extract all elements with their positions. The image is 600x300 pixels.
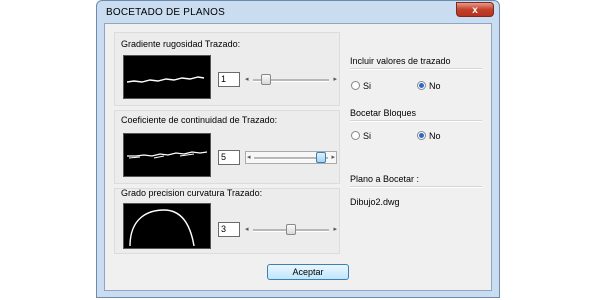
bocetar-title: Bocetar Bloques [350,108,417,118]
continuidad-stroke-icon [127,151,208,159]
incluir-si-radio[interactable] [351,81,360,90]
bocetar-si-radio[interactable] [351,131,360,140]
incluir-title: Incluir valores de trazado [350,56,451,66]
slider-right-arrow-icon[interactable]: ▸ [331,153,335,161]
bocetar-si-label[interactable]: Si [363,131,371,141]
slider-left-arrow-icon[interactable]: ◂ [245,75,249,83]
accept-button[interactable]: Aceptar [267,264,349,280]
curvatura-slider-thumb[interactable] [286,224,296,235]
continuidad-group: Coeficiente de continuidad de Trazado: 5… [114,110,340,184]
curvatura-preview [123,203,211,249]
gradiente-slider-thumb[interactable] [261,74,271,85]
gradiente-label: Gradiente rugosidad Trazado: [121,39,241,49]
close-button[interactable]: x [456,2,494,17]
continuidad-preview [123,133,211,177]
curvatura-value-input[interactable]: 3 [218,222,240,237]
curvatura-group: Grado precision curvatura Trazado: 3 ◂ ▸ [114,188,340,254]
bocetar-no-label[interactable]: No [429,131,441,141]
title-bar[interactable]: BOCETADO DE PLANOS x [97,1,499,23]
incluir-no-radio[interactable] [417,81,426,90]
bocetar-separator [350,120,482,122]
slider-left-arrow-icon[interactable]: ◂ [245,225,249,233]
slider-left-arrow-icon[interactable]: ◂ [247,153,251,161]
continuidad-label: Coeficiente de continuidad de Trazado: [121,115,278,125]
slider-right-arrow-icon[interactable]: ▸ [333,75,337,83]
continuidad-slider-thumb[interactable] [316,152,326,163]
continuidad-slider[interactable]: ◂ ▸ [245,151,337,164]
curvatura-arc-icon [129,209,195,247]
incluir-no-label[interactable]: No [429,81,441,91]
gradiente-stroke-icon [126,76,205,83]
incluir-si-label[interactable]: Si [363,81,371,91]
plano-title: Plano a Bocetar : [350,174,420,184]
curvatura-slider[interactable]: ◂ ▸ [245,224,337,236]
slider-right-arrow-icon[interactable]: ▸ [333,225,337,233]
plano-separator [350,186,482,188]
continuidad-value-input[interactable]: 5 [218,150,240,165]
gradiente-preview [123,55,211,99]
gradiente-value-input[interactable]: 1 [218,72,240,87]
curvatura-label: Grado precision curvatura Trazado: [121,188,263,198]
dialog-body: Gradiente rugosidad Trazado: 1 ◂ ▸ Coefi… [104,23,492,291]
gradiente-group: Gradiente rugosidad Trazado: 1 ◂ ▸ [114,32,340,106]
gradiente-slider[interactable]: ◂ ▸ [245,74,337,86]
window-title: BOCETADO DE PLANOS [106,7,225,18]
bocetar-no-radio[interactable] [417,131,426,140]
dialog-window: BOCETADO DE PLANOS x Gradiente rugosidad… [96,0,500,298]
incluir-separator [350,68,482,70]
close-icon: x [472,5,478,16]
plano-file: Dibujo2.dwg [350,197,400,207]
